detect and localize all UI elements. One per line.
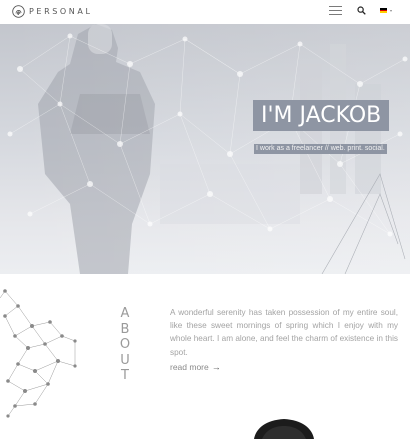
arrow-right-icon: → [211,362,221,372]
about-heading-letter: U [120,352,130,368]
logo-text: PERSONAL [29,7,93,16]
about-paragraph: A wonderful serenity has taken possessio… [170,308,398,357]
language-selector[interactable]: ▾ [380,8,393,14]
read-more-label: read more [170,362,209,372]
about-heading-letter: B [120,321,130,337]
network-decoration [0,289,77,418]
site-logo[interactable]: PERSONAL [12,5,93,18]
hero-section: I'M JACKOB I work as a freelancer // web… [0,24,410,274]
read-more-link[interactable]: read more → [170,362,221,372]
hamburger-menu-icon[interactable] [329,5,342,16]
chevron-down-icon: ▾ [390,8,393,13]
german-flag-icon [380,8,387,14]
portrait-photo [254,419,314,439]
hero-title: I'M JACKOB [253,100,390,131]
fingerprint-icon [12,5,25,18]
top-nav-bar: PERSONAL ▾ [0,0,410,24]
about-heading-letter: O [119,337,131,352]
hero-subtitle: I work as a freelancer // web. print. so… [254,144,387,154]
about-heading: A B O U T [119,306,131,384]
about-heading-letter: T [121,368,129,383]
about-heading-letter: A [120,306,130,321]
search-icon[interactable] [357,6,366,15]
